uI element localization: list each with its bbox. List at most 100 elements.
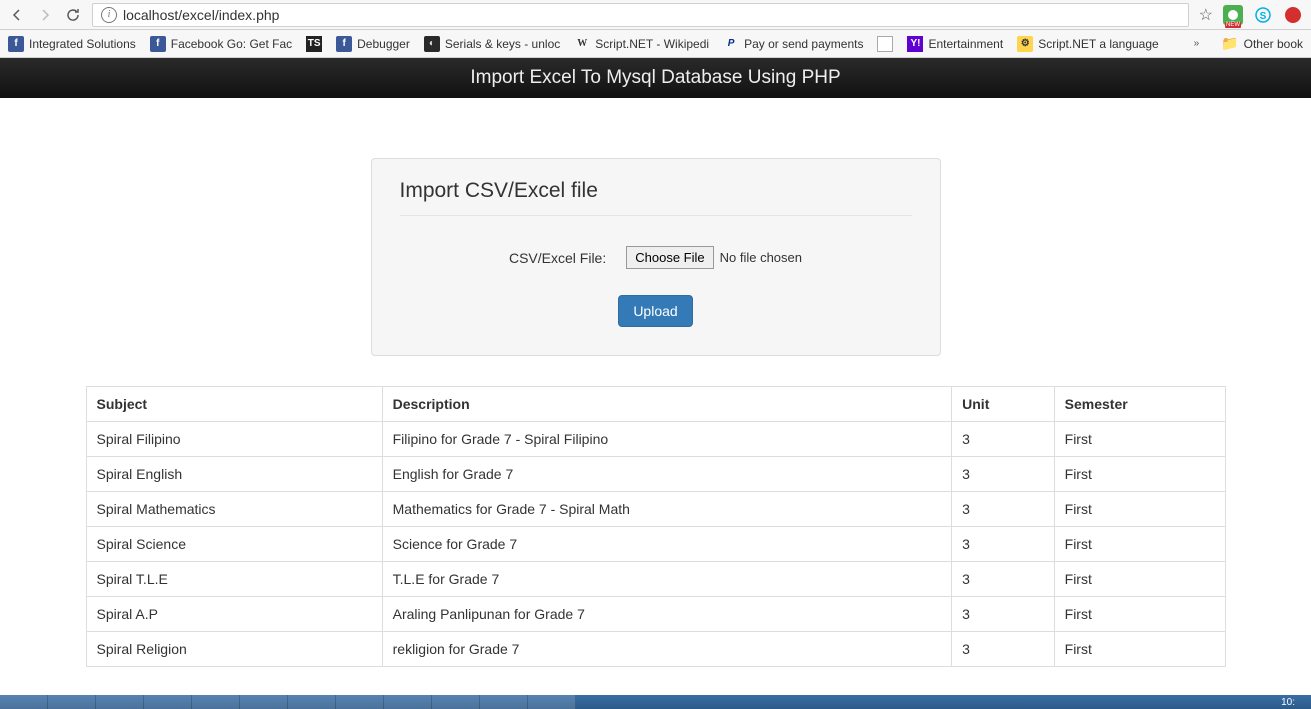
table-cell: Araling Panlipunan for Grade 7 (382, 597, 952, 632)
column-header: Unit (952, 387, 1055, 422)
table-cell: T.L.E for Grade 7 (382, 562, 952, 597)
table-row: Spiral Religionrekligion for Grade 73Fir… (86, 632, 1225, 667)
table-cell: 3 (952, 597, 1055, 632)
bookmarks-bar: fIntegrated Solutions fFacebook Go: Get … (0, 30, 1311, 58)
facebook-icon: f (8, 36, 24, 52)
folder-icon: 📁 (1221, 35, 1238, 52)
taskbar-clock[interactable]: 10: (1281, 697, 1295, 708)
facebook-icon: f (336, 36, 352, 52)
file-input[interactable]: Choose File No file chosen (626, 246, 802, 269)
column-header: Subject (86, 387, 382, 422)
table-cell: 3 (952, 457, 1055, 492)
file-status: No file chosen (720, 250, 802, 265)
table-cell: First (1054, 492, 1225, 527)
bookmark-item[interactable]: ⚙Script.NET a language (1017, 36, 1159, 52)
bookmark-item[interactable]: TS (306, 36, 322, 52)
table-cell: First (1054, 562, 1225, 597)
bookmark-star-icon[interactable]: ☆ (1199, 5, 1213, 25)
table-cell: rekligion for Grade 7 (382, 632, 952, 667)
bookmark-item[interactable]: WScript.NET - Wikipedi (574, 36, 709, 52)
svg-text:S: S (1260, 11, 1267, 22)
bookmarks-overflow-icon[interactable]: » (1194, 38, 1200, 49)
data-table: Subject Description Unit Semester Spiral… (86, 386, 1226, 667)
table-cell: Spiral T.L.E (86, 562, 382, 597)
file-label: CSV/Excel File: (509, 250, 606, 266)
table-cell: First (1054, 597, 1225, 632)
taskbar-item[interactable] (528, 695, 576, 709)
table-cell: First (1054, 422, 1225, 457)
table-row: Spiral ScienceScience for Grade 73First (86, 527, 1225, 562)
table-cell: First (1054, 632, 1225, 667)
table-cell: 3 (952, 632, 1055, 667)
table-header-row: Subject Description Unit Semester (86, 387, 1225, 422)
other-bookmarks[interactable]: 📁Other book (1221, 35, 1303, 52)
column-header: Semester (1054, 387, 1225, 422)
upload-button[interactable]: Upload (618, 295, 692, 327)
column-header: Description (382, 387, 952, 422)
wikipedia-icon: W (574, 36, 590, 52)
back-button[interactable] (8, 6, 26, 24)
page-navbar: Import Excel To Mysql Database Using PHP (0, 58, 1311, 98)
taskbar-item[interactable] (288, 695, 336, 709)
taskbar-item[interactable] (480, 695, 528, 709)
table-cell: First (1054, 457, 1225, 492)
table-cell: 3 (952, 562, 1055, 597)
main-container: Import CSV/Excel file CSV/Excel File: Ch… (71, 158, 1241, 667)
yahoo-icon: Y! (907, 36, 923, 52)
taskbar-item[interactable] (48, 695, 96, 709)
taskbar-item[interactable] (336, 695, 384, 709)
extension-icon[interactable] (1283, 5, 1303, 25)
bookmark-item[interactable]: Y!Entertainment (907, 36, 1003, 52)
taskbar-item[interactable] (432, 695, 480, 709)
taskbar-item[interactable] (96, 695, 144, 709)
table-row: Spiral A.PAraling Panlipunan for Grade 7… (86, 597, 1225, 632)
table-cell: Filipino for Grade 7 - Spiral Filipino (382, 422, 952, 457)
bookmark-item[interactable]: ◐Serials & keys - unloc (424, 36, 560, 52)
taskbar-item[interactable] (192, 695, 240, 709)
taskbar-item[interactable] (144, 695, 192, 709)
table-cell: Spiral Filipino (86, 422, 382, 457)
table-cell: 3 (952, 492, 1055, 527)
table-cell: English for Grade 7 (382, 457, 952, 492)
table-cell: 3 (952, 422, 1055, 457)
bookmark-item[interactable] (877, 36, 893, 52)
bookmark-item[interactable]: fIntegrated Solutions (8, 36, 136, 52)
table-cell: Science for Grade 7 (382, 527, 952, 562)
table-cell: Spiral Science (86, 527, 382, 562)
forward-button[interactable] (36, 6, 54, 24)
document-icon (877, 36, 893, 52)
table-cell: Spiral A.P (86, 597, 382, 632)
table-cell: Spiral Religion (86, 632, 382, 667)
windows-taskbar[interactable]: 10: (0, 695, 1311, 709)
table-row: Spiral MathematicsMathematics for Grade … (86, 492, 1225, 527)
bookmark-item[interactable]: PPay or send payments (723, 36, 863, 52)
table-row: Spiral EnglishEnglish for Grade 73First (86, 457, 1225, 492)
panel-title: Import CSV/Excel file (400, 179, 912, 216)
extension-icon[interactable] (1223, 5, 1243, 25)
browser-toolbar: i localhost/excel/index.php ☆ S (0, 0, 1311, 30)
site-icon: TS (306, 36, 322, 52)
table-row: Spiral FilipinoFilipino for Grade 7 - Sp… (86, 422, 1225, 457)
table-cell: Spiral Mathematics (86, 492, 382, 527)
skype-icon[interactable]: S (1253, 5, 1273, 25)
table-cell: 3 (952, 527, 1055, 562)
address-bar[interactable]: i localhost/excel/index.php (92, 3, 1189, 27)
site-info-icon[interactable]: i (101, 7, 117, 23)
bookmark-item[interactable]: fDebugger (336, 36, 410, 52)
url-text: localhost/excel/index.php (123, 7, 279, 23)
facebook-icon: f (150, 36, 166, 52)
page-title: Import Excel To Mysql Database Using PHP (470, 67, 840, 88)
table-cell: Mathematics for Grade 7 - Spiral Math (382, 492, 952, 527)
taskbar-item[interactable] (240, 695, 288, 709)
taskbar-item[interactable] (384, 695, 432, 709)
bookmark-item[interactable]: fFacebook Go: Get Fac (150, 36, 292, 52)
site-icon: ◐ (424, 36, 440, 52)
reload-button[interactable] (64, 6, 82, 24)
taskbar-item[interactable] (0, 695, 48, 709)
paypal-icon: P (723, 36, 739, 52)
choose-file-button[interactable]: Choose File (626, 246, 713, 269)
site-icon: ⚙ (1017, 36, 1033, 52)
table-row: Spiral T.L.ET.L.E for Grade 73First (86, 562, 1225, 597)
file-form-row: CSV/Excel File: Choose File No file chos… (400, 246, 912, 269)
table-cell: First (1054, 527, 1225, 562)
